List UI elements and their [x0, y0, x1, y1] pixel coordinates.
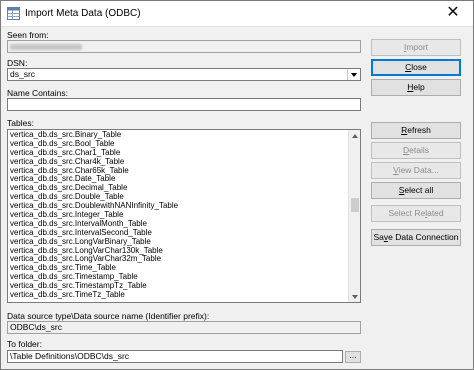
list-item[interactable]: vertica_db.ds_src.IntervalSecond_Table [10, 229, 346, 238]
list-item[interactable]: vertica_db.ds_src.TimeTz_Table [10, 291, 346, 300]
list-item[interactable]: vertica_db.ds_src.IntervalMonth_Table [10, 220, 346, 229]
tables-label: Tables: [7, 118, 34, 128]
dsn-value: ds_src [10, 69, 36, 79]
dsn-label: DSN: [7, 58, 28, 68]
list-item[interactable]: vertica_db.ds_src.DoublewithNANInfinity_… [10, 202, 346, 211]
data-source-type-field: ODBC\ds_src [7, 321, 361, 334]
window-close-icon[interactable]: ✕ [441, 3, 465, 23]
name-contains-input[interactable] [7, 98, 361, 111]
list-item[interactable]: vertica_db.ds_src.Integer_Table [10, 211, 346, 220]
import-button[interactable]: Import [371, 39, 461, 56]
chevron-down-icon[interactable] [347, 69, 360, 80]
scroll-thumb[interactable] [351, 198, 359, 212]
seen-from-redacted-value [10, 44, 82, 50]
seen-from-field [7, 40, 361, 53]
seen-from-label: Seen from: [7, 30, 49, 40]
view-data-button[interactable]: View Data... [371, 162, 461, 179]
list-item[interactable]: vertica_db.ds_src.Date_Table [10, 175, 346, 184]
select-all-button[interactable]: Select all [371, 182, 461, 199]
import-meta-data-dialog: Import Meta Data (ODBC) ✕ Seen from: DSN… [0, 0, 474, 370]
list-item[interactable]: vertica_db.ds_src.Binary_Table [10, 131, 346, 140]
list-item[interactable]: vertica_db.ds_src.Char1_Table [10, 149, 346, 158]
close-button[interactable]: Close [371, 59, 461, 76]
tables-listbox[interactable]: vertica_db.ds_src.Binary_Table vertica_d… [7, 129, 361, 303]
tables-scrollbar[interactable] [348, 130, 360, 302]
list-item[interactable]: vertica_db.ds_src.LongVarChar130k_Table [10, 247, 346, 256]
list-item[interactable]: vertica_db.ds_src.Char4k_Table [10, 158, 346, 167]
save-data-connection-button[interactable]: Save Data Connection [371, 229, 461, 246]
name-contains-label: Name Contains: [7, 88, 68, 98]
refresh-button[interactable]: Refresh [371, 122, 461, 139]
details-button[interactable]: Details [371, 142, 461, 159]
scroll-up-arrow-icon[interactable] [349, 130, 360, 141]
list-item[interactable]: vertica_db.ds_src.Double_Table [10, 193, 346, 202]
dsn-combobox[interactable]: ds_src [7, 68, 361, 81]
list-item[interactable]: vertica_db.ds_src.LongVarBinary_Table [10, 238, 346, 247]
list-item[interactable]: vertica_db.ds_src.Char65k_Table [10, 167, 346, 176]
browse-folder-button[interactable]: ... [345, 351, 361, 363]
list-item[interactable]: vertica_db.ds_src.LongVarChar32m_Table [10, 255, 346, 264]
list-item[interactable]: vertica_db.ds_src.TimestampTz_Table [10, 282, 346, 291]
to-folder-input[interactable]: \Table Definitions\ODBC\ds_src [7, 350, 343, 363]
help-button[interactable]: Help [371, 79, 461, 96]
window-title: Import Meta Data (ODBC) [25, 8, 141, 19]
table-app-icon [7, 7, 20, 20]
list-item[interactable]: vertica_db.ds_src.Timestamp_Table [10, 273, 346, 282]
to-folder-label: To folder: [7, 339, 42, 349]
list-item[interactable]: vertica_db.ds_src.Time_Table [10, 264, 346, 273]
list-item[interactable]: vertica_db.ds_src.Bool_Table [10, 140, 346, 149]
data-source-type-label: Data source type\Data source name (Ident… [7, 311, 210, 321]
tables-list: vertica_db.ds_src.Binary_Table vertica_d… [10, 131, 346, 300]
title-bar: Import Meta Data (ODBC) ✕ [1, 1, 473, 27]
scroll-down-arrow-icon[interactable] [349, 291, 360, 302]
select-related-button[interactable]: Select Related [371, 205, 461, 222]
list-item[interactable]: vertica_db.ds_src.Decimal_Table [10, 184, 346, 193]
